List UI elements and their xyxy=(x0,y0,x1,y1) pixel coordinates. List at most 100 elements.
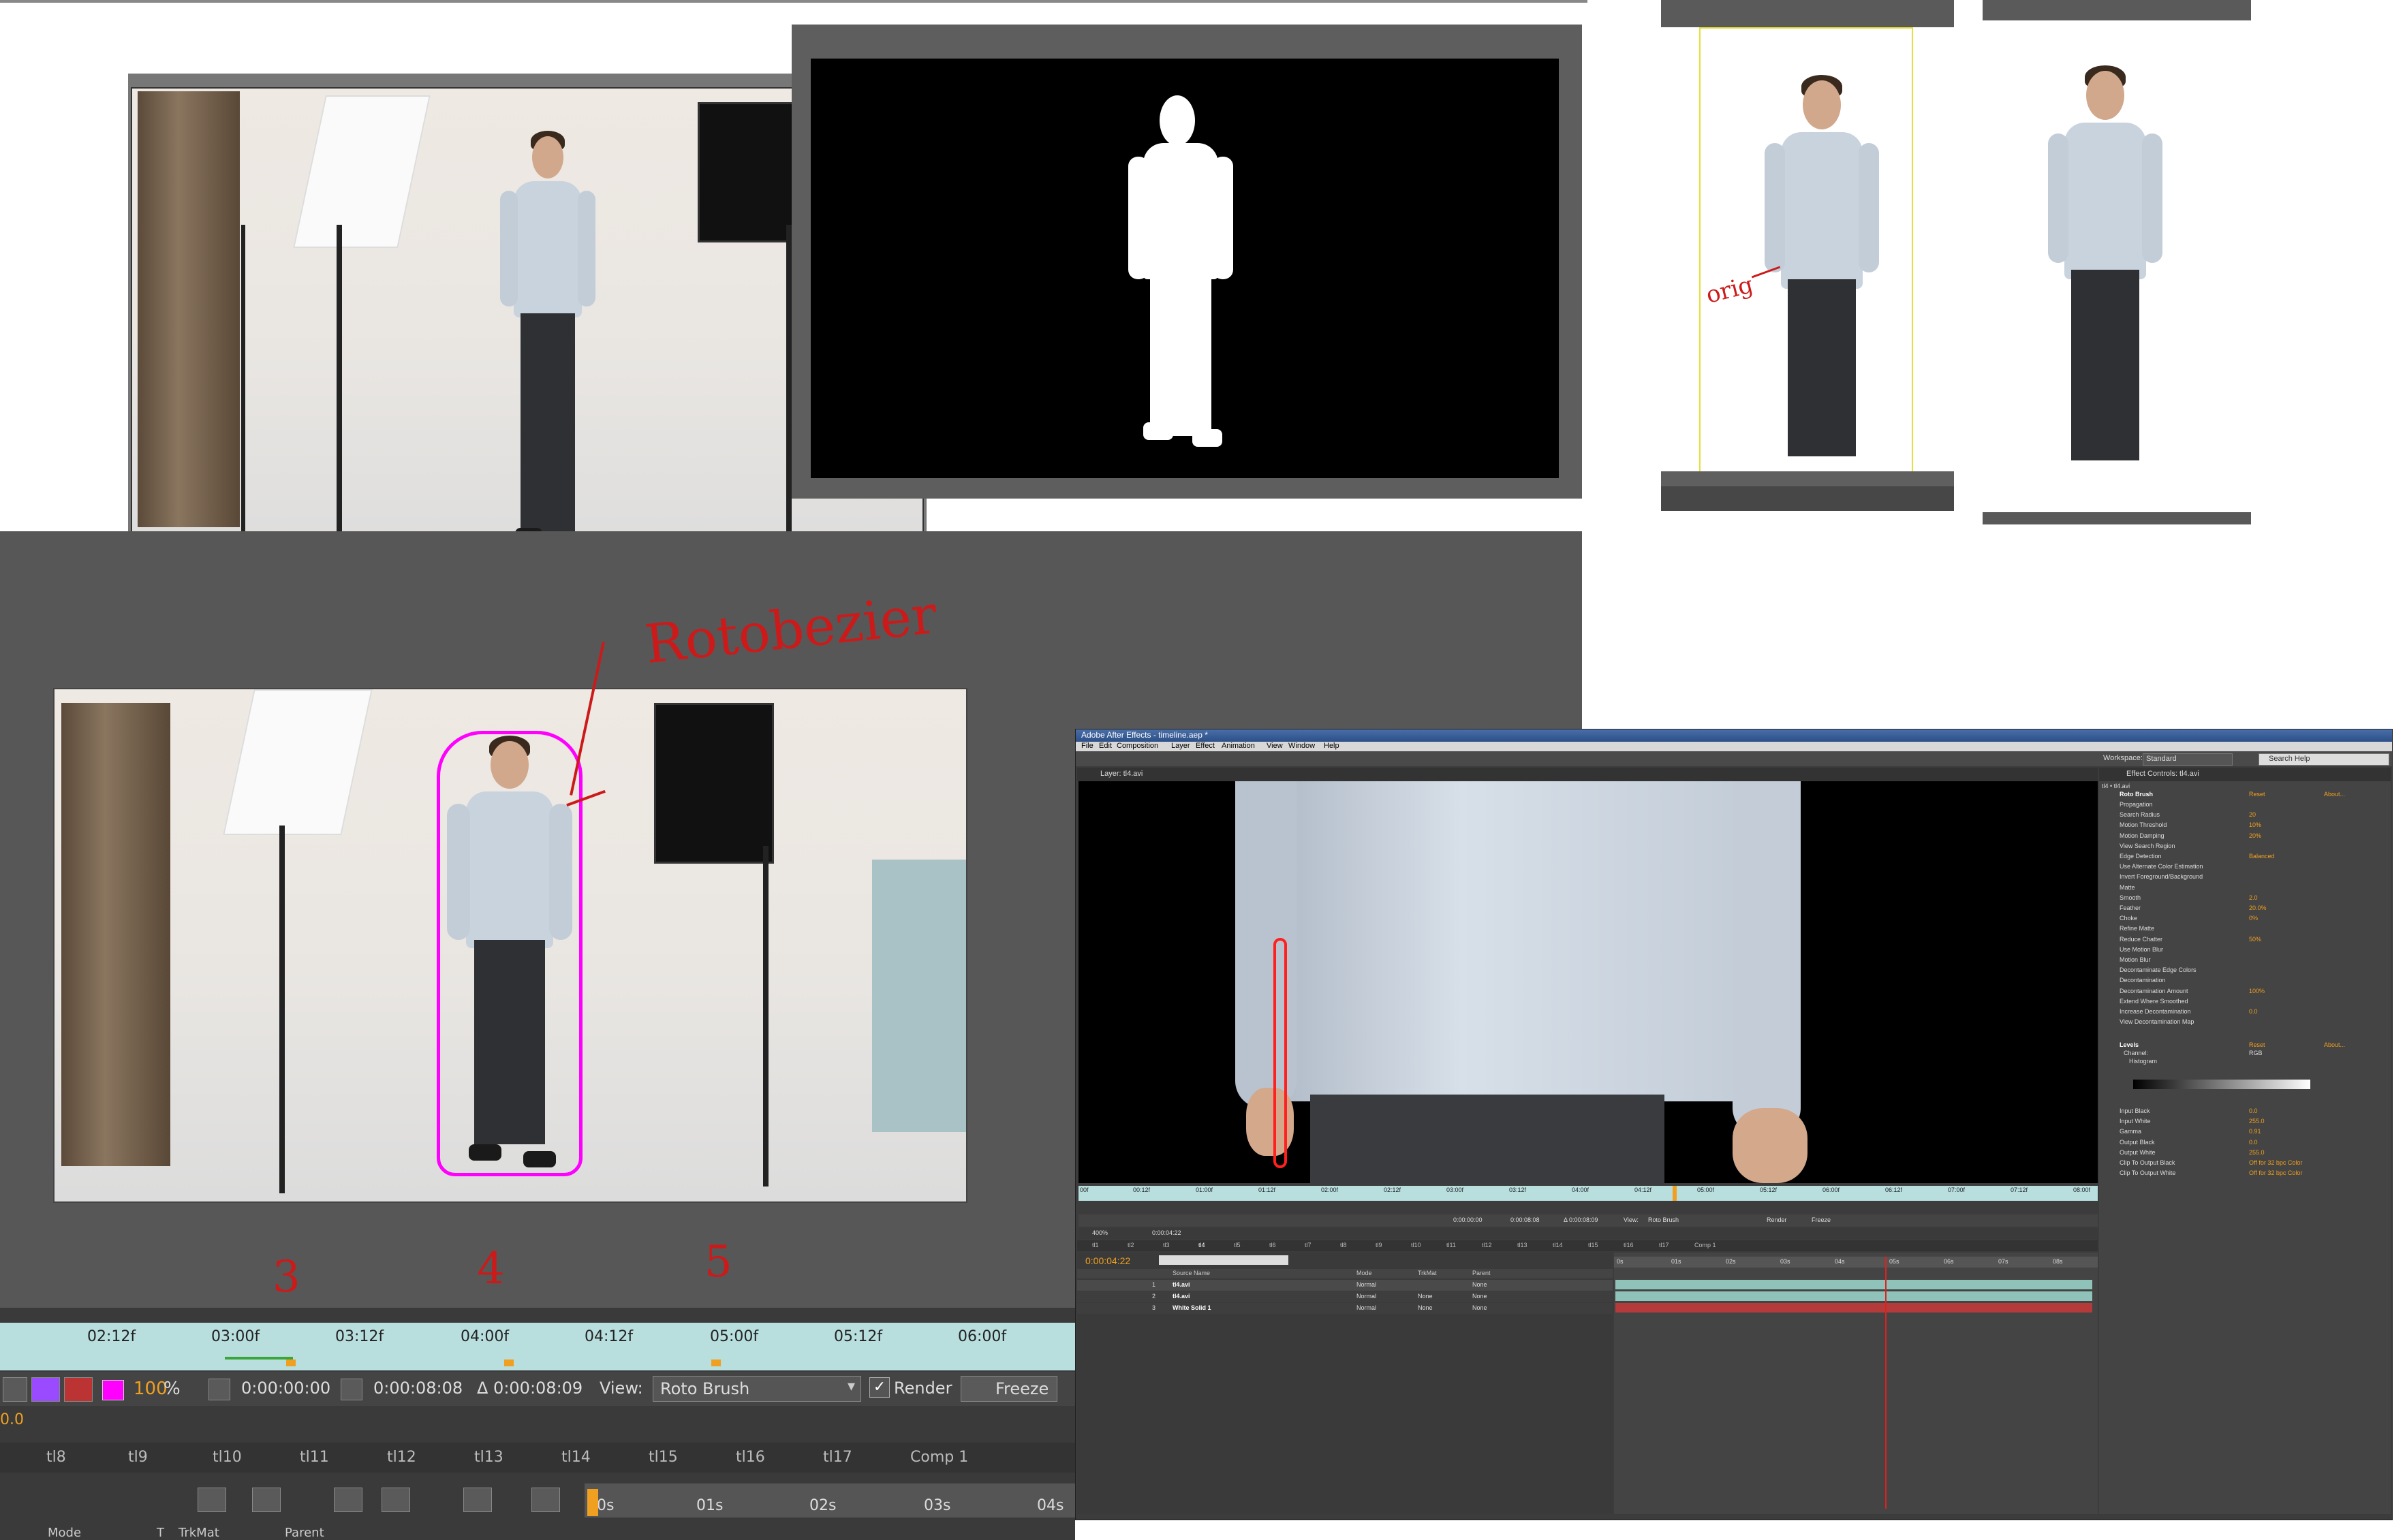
effect-row[interactable]: View Search Region xyxy=(2099,842,2391,851)
levels-row[interactable]: Output Black 0.0 xyxy=(2099,1138,2391,1148)
view-overlay-button[interactable] xyxy=(64,1377,93,1402)
bottom-ruler[interactable]: 02:12f 03:00f 03:12f 04:00f 04:12f 05:00… xyxy=(0,1323,1075,1370)
comp-playhead[interactable] xyxy=(1885,1257,1887,1509)
view-dropdown[interactable]: Roto Brush ▾ xyxy=(653,1376,861,1402)
levels-row-value[interactable]: 0.91 xyxy=(2249,1128,2261,1135)
ae-comp-tab[interactable]: tl15 xyxy=(1588,1242,1598,1248)
effect-row-value[interactable]: 20 xyxy=(2249,811,2256,818)
histogram-gradient[interactable] xyxy=(2133,1080,2310,1089)
levels-row-value[interactable]: 255.0 xyxy=(2249,1149,2265,1156)
menu-item[interactable]: Animation xyxy=(1222,742,1255,750)
effect-row[interactable]: Search Radius 20 xyxy=(2099,811,2391,820)
levels-row[interactable]: Gamma 0.91 xyxy=(2099,1127,2391,1137)
menu-item[interactable]: View xyxy=(1267,742,1283,750)
effect-row[interactable]: Use Motion Blur xyxy=(2099,945,2391,955)
layer-parent[interactable]: None xyxy=(1472,1304,1487,1311)
menu-item[interactable]: Composition xyxy=(1117,742,1158,750)
effect-row-value[interactable]: 20.0% xyxy=(2249,905,2267,911)
levels-row-value[interactable]: 0.0 xyxy=(2249,1107,2258,1114)
switch-icon[interactable] xyxy=(334,1488,362,1512)
comp-tab[interactable]: tl9 xyxy=(123,1443,153,1473)
levels-row[interactable]: Output White 255.0 xyxy=(2099,1148,2391,1158)
effect-row-value[interactable]: 2.0 xyxy=(2249,894,2258,901)
effect-row-value[interactable]: 0.0 xyxy=(2249,1008,2258,1015)
effect-row[interactable]: Refine Matte xyxy=(2099,924,2391,934)
menu-item[interactable]: Edit xyxy=(1099,742,1112,750)
layer-bar[interactable] xyxy=(1615,1303,2092,1313)
layer-row[interactable]: 3 White Solid 1 Normal None None xyxy=(1077,1303,1613,1314)
channel-value[interactable]: RGB xyxy=(2249,1050,2263,1056)
roto-about[interactable]: About... xyxy=(2324,791,2345,798)
viewer-render[interactable]: Render xyxy=(1767,1216,1787,1223)
ae-comp-tab[interactable]: tl5 xyxy=(1234,1242,1241,1248)
comp-tab[interactable]: tl8 xyxy=(41,1443,72,1473)
comp-time-ruler[interactable]: 0s 01s 02s 03s 04s 05s 06s 07s 08s xyxy=(1614,1257,2098,1268)
switch-icon[interactable] xyxy=(531,1488,560,1512)
menu-item[interactable]: Window xyxy=(1288,742,1315,750)
effect-row-value[interactable]: 100% xyxy=(2249,988,2265,994)
effect-row[interactable]: Reduce Chatter 50% xyxy=(2099,935,2391,945)
effect-row[interactable]: Increase Decontamination 0.0 xyxy=(2099,1007,2391,1017)
layer-tab[interactable]: Layer: tl4.avi xyxy=(1100,770,1143,778)
effect-row[interactable]: Decontaminate Edge Colors xyxy=(2099,966,2391,975)
ae-comp-tab[interactable]: tl14 xyxy=(1553,1242,1563,1248)
levels-reset[interactable]: Reset xyxy=(2249,1041,2265,1048)
levels-row-value[interactable]: 0.0 xyxy=(2249,1139,2258,1146)
freeze-button[interactable]: Freeze xyxy=(961,1376,1057,1402)
layer-mode[interactable]: Normal xyxy=(1356,1293,1376,1300)
ae-comp-tab[interactable]: tl2 xyxy=(1128,1242,1134,1248)
switch-icon[interactable] xyxy=(463,1488,492,1512)
effect-row[interactable]: Feather 20.0% xyxy=(2099,904,2391,913)
effect-row[interactable]: Smooth 2.0 xyxy=(2099,894,2391,903)
comp-tab[interactable]: tl16 xyxy=(730,1443,771,1473)
menu-item[interactable]: Help xyxy=(1324,742,1339,750)
menu-item[interactable]: File xyxy=(1081,742,1093,750)
layer-bar[interactable] xyxy=(1615,1280,2092,1289)
levels-row-value[interactable]: Off for 32 bpc Color xyxy=(2249,1159,2302,1166)
view-alpha-button[interactable] xyxy=(31,1377,60,1402)
switch-icon[interactable] xyxy=(382,1488,410,1512)
effect-row[interactable]: Use Alternate Color Estimation xyxy=(2099,862,2391,872)
switch-icon[interactable] xyxy=(252,1488,281,1512)
ae-comp-tab[interactable]: tl3 xyxy=(1163,1242,1170,1248)
effect-row[interactable]: Motion Damping 20% xyxy=(2099,832,2391,841)
comp-tab[interactable]: tl10 xyxy=(207,1443,247,1473)
ae-comp-tab[interactable]: tl6 xyxy=(1269,1242,1276,1248)
ae-comp-tab[interactable]: tl13 xyxy=(1517,1242,1527,1248)
roto-brush-tool-button[interactable] xyxy=(3,1377,27,1402)
effect-row[interactable]: Matte xyxy=(2099,883,2391,893)
effect-row[interactable]: Propagation xyxy=(2099,800,2391,810)
render-checkbox[interactable]: ✓ xyxy=(869,1377,890,1398)
levels-row[interactable]: Clip To Output Black Off for 32 bpc Color xyxy=(2099,1159,2391,1168)
switch-icon[interactable] xyxy=(198,1488,226,1512)
ae-comp-tab[interactable]: tl10 xyxy=(1411,1242,1421,1248)
ae-comp-tab[interactable]: tl7 xyxy=(1305,1242,1312,1248)
effect-row-value[interactable]: 10% xyxy=(2249,821,2261,828)
effect-row[interactable]: View Decontamination Map xyxy=(2099,1018,2391,1027)
roto-brush-effect[interactable]: Roto Brush xyxy=(2120,791,2153,798)
comp-tab[interactable]: tl15 xyxy=(643,1443,683,1473)
set-in-button[interactable] xyxy=(208,1379,230,1400)
layer-mode[interactable]: Normal xyxy=(1356,1304,1376,1311)
levels-effect[interactable]: Levels xyxy=(2120,1041,2139,1048)
effect-row-value[interactable]: 0% xyxy=(2249,915,2258,922)
effect-row[interactable]: Choke 0% xyxy=(2099,914,2391,924)
workspace-dropdown[interactable]: Standard xyxy=(2143,753,2233,766)
timeline-search-field[interactable] xyxy=(1159,1255,1288,1265)
comp-tab[interactable]: tl17 xyxy=(818,1443,858,1473)
layer-mode[interactable]: Normal xyxy=(1356,1281,1376,1288)
viewer-freeze[interactable]: Freeze xyxy=(1812,1216,1831,1223)
layer-parent[interactable]: None xyxy=(1472,1293,1487,1300)
effect-row-value[interactable]: Balanced xyxy=(2249,853,2275,860)
effect-row[interactable]: Motion Blur xyxy=(2099,956,2391,965)
levels-about[interactable]: About... xyxy=(2324,1041,2345,1048)
levels-row-value[interactable]: 255.0 xyxy=(2249,1118,2265,1125)
overlay-color-swatch[interactable] xyxy=(102,1380,124,1400)
comp-tab[interactable]: tl11 xyxy=(294,1443,335,1473)
effect-row[interactable]: Edge Detection Balanced xyxy=(2099,852,2391,862)
effect-row[interactable]: Decontamination xyxy=(2099,976,2391,986)
ae-comp-tab[interactable]: tl8 xyxy=(1340,1242,1347,1248)
layer-parent[interactable]: None xyxy=(1472,1281,1487,1288)
comp-tab[interactable]: Comp 1 xyxy=(905,1443,974,1473)
overlay-opacity-value[interactable]: 100 xyxy=(134,1379,168,1399)
